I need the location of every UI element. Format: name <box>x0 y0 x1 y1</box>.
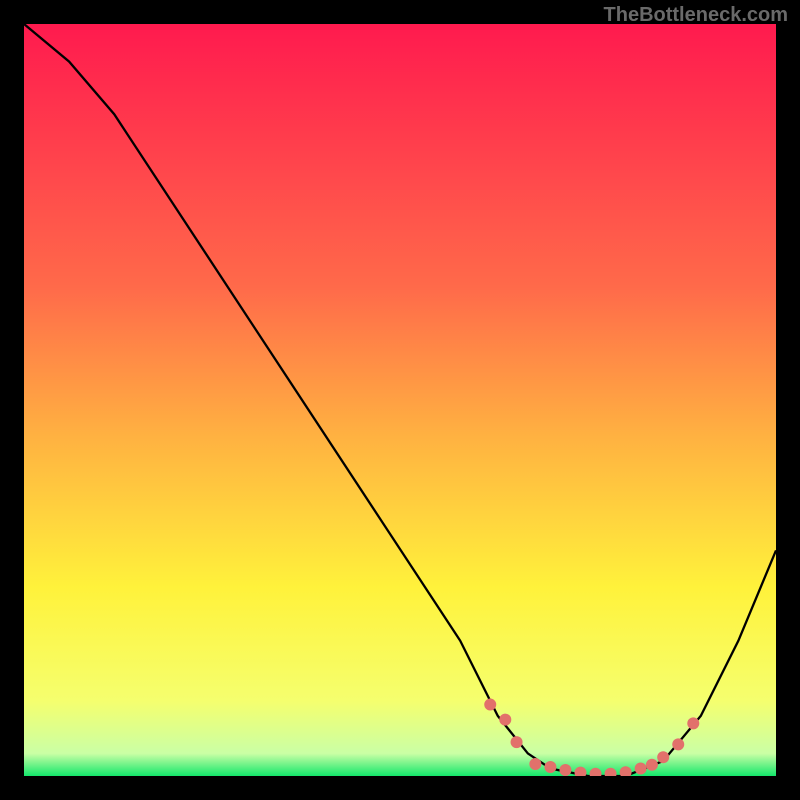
plot-area <box>24 24 776 776</box>
highlight-dot <box>574 767 586 776</box>
highlight-dot <box>559 764 571 776</box>
highlight-dot <box>511 736 523 748</box>
bottleneck-curve <box>24 24 776 776</box>
watermark-text: TheBottleneck.com <box>604 4 788 27</box>
highlight-dot <box>590 768 602 776</box>
highlight-dot <box>672 738 684 750</box>
highlight-dot <box>657 751 669 763</box>
highlight-dot <box>529 758 541 770</box>
highlight-dot <box>605 768 617 776</box>
highlight-dot <box>620 766 632 776</box>
highlight-dot <box>687 717 699 729</box>
highlight-dot <box>484 699 496 711</box>
highlight-dot <box>499 714 511 726</box>
highlight-dot <box>544 761 556 773</box>
chart-container: TheBottleneck.com <box>0 0 800 800</box>
highlight-dot <box>646 759 658 771</box>
highlight-dot <box>635 762 647 774</box>
